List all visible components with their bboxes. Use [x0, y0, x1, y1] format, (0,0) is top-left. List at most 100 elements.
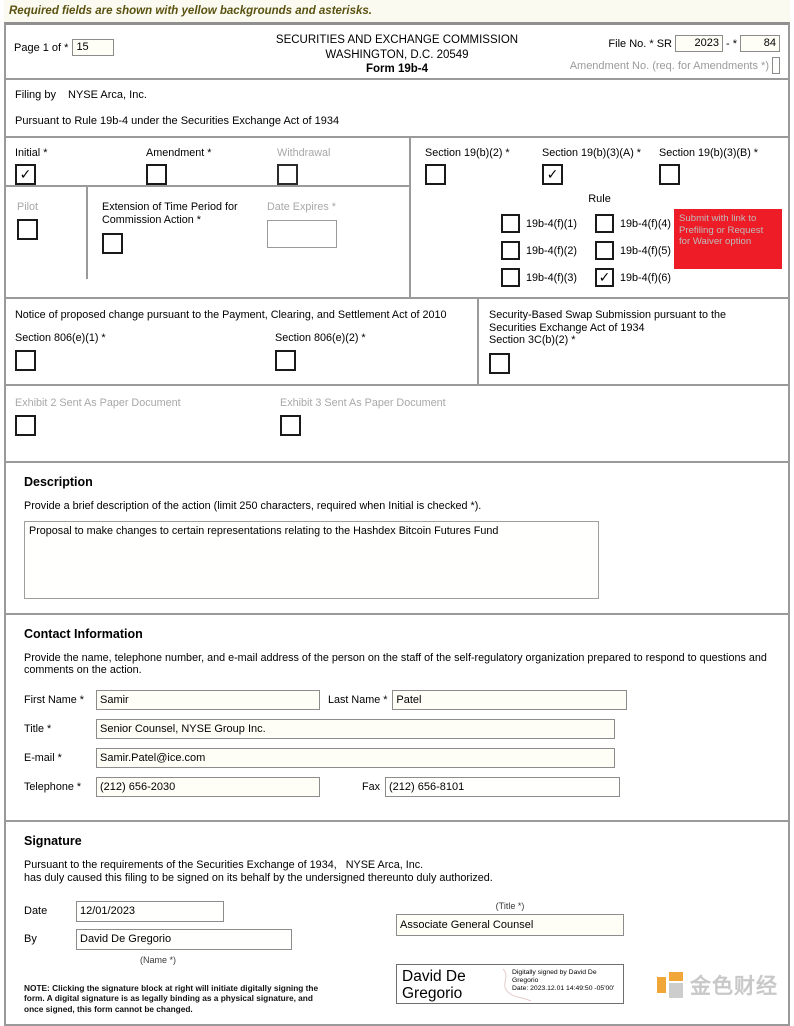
rule-item: 19b-4(f)(4) [595, 214, 671, 233]
by-name-input[interactable]: David De Gregorio [76, 928, 292, 950]
file-no-year-input[interactable]: 2023 [675, 35, 723, 52]
contact-section: Contact Information Provide the name, te… [6, 615, 788, 822]
rule-19b4f6-label: 19b-4(f)(6) [620, 271, 672, 284]
filing-type-left: Initial * ✓ Amendment * Withdrawal Pilot… [6, 138, 411, 297]
swap-submission-group: Security-Based Swap Submission pursuant … [479, 299, 788, 384]
form-page: Required fields are shown with yellow ba… [0, 0, 794, 1026]
date-label: Date [24, 905, 48, 917]
form-frame: Page 1 of * 15 SECURITIES AND EXCHANGE C… [4, 22, 790, 1026]
title-label: Title * [24, 722, 52, 735]
required-fields-banner: Required fields are shown with yellow ba… [4, 0, 790, 22]
page-counter: Page 1 of * 15 [6, 25, 221, 56]
section-19b3a-checkbox[interactable]: ✓ [542, 164, 563, 185]
fax-input[interactable]: (212) 656-8101 [385, 776, 620, 797]
signature-heading: Signature [24, 833, 82, 848]
exhibit-2-checkbox[interactable] [15, 414, 36, 436]
rule-item: 19b-4(f)(5) [595, 241, 671, 260]
section-806e2-label: Section 806(e)(2) * [275, 332, 366, 344]
email-input[interactable]: Samir.Patel@ice.com [96, 747, 615, 768]
rule-item: 19b-4(f)(3) [501, 268, 577, 287]
checkbox-group-806e1: Section 806(e)(1) * [15, 332, 275, 371]
pilot-group: Pilot [6, 187, 88, 279]
agency-line-2: WASHINGTON, D.C. 20549 [325, 48, 469, 61]
initial-label: Initial * [15, 147, 48, 159]
checkbox-group-exhibit-2: Exhibit 2 Sent As Paper Document [15, 397, 280, 449]
signature-by-row: By David De Gregorio [24, 928, 376, 950]
date-input[interactable]: 12/01/2023 [76, 900, 224, 922]
contact-phone-row: Telephone * (212) 656-2030 Fax (212) 656… [24, 776, 788, 797]
name-caption: (Name *) [139, 954, 176, 965]
section-19b3b-checkbox[interactable] [659, 164, 680, 185]
swap-line-2: Securities Exchange Act of 1934 [489, 321, 645, 334]
exhibit-3-label: Exhibit 3 Sent As Paper Document [280, 396, 446, 409]
signature-left: Date 12/01/2023 By David De Gregorio (Na… [24, 900, 376, 1015]
checkbox-group-section-19b3b: Section 19(b)(3)(B) * [659, 147, 776, 185]
section-806e1-checkbox[interactable] [15, 350, 36, 371]
description-section: Description Provide a brief description … [6, 463, 788, 615]
telephone-input[interactable]: (212) 656-2030 [96, 776, 320, 797]
payment-clearing-section: Notice of proposed change pursuant to th… [6, 299, 788, 386]
rule-19b4f5-label: 19b-4(f)(5) [620, 244, 672, 257]
rule-19b4f2-checkbox[interactable] [501, 241, 520, 260]
rule-19b4f3-checkbox[interactable] [501, 268, 520, 287]
submit-with-link-button[interactable]: Submit with link to Prefiling or Request… [674, 209, 782, 269]
file-number-group: File No. * SR 2023 - * 84 Amendment No. … [570, 25, 788, 74]
amendment-no-input[interactable] [772, 57, 780, 74]
exhibit-2-label: Exhibit 2 Sent As Paper Document [15, 396, 181, 409]
title-input[interactable]: Senior Counsel, NYSE Group Inc. [96, 718, 615, 739]
section-19b2-checkbox[interactable] [425, 164, 446, 185]
page-total-input[interactable]: 15 [72, 39, 115, 56]
last-name-input[interactable]: Patel [392, 689, 628, 710]
payment-clearing-notice: Notice of proposed change pursuant to th… [15, 309, 447, 321]
file-no-label: File No. * SR [608, 37, 672, 50]
pilot-checkbox[interactable] [17, 219, 38, 240]
description-instruction: Provide a brief description of the actio… [24, 499, 482, 512]
payment-clearing-left: Notice of proposed change pursuant to th… [6, 299, 479, 384]
swap-line-3: Section 3C(b)(2) * [489, 334, 576, 346]
section-806e1-label: Section 806(e)(1) * [15, 332, 106, 344]
signature-swirl-icon [502, 968, 532, 1001]
signature-name-text: David De Gregorio [402, 967, 466, 1002]
first-name-input[interactable]: Samir [96, 689, 320, 710]
rule-19b4f5-checkbox[interactable] [595, 241, 615, 260]
filing-by-label: Filing by [15, 89, 56, 101]
filing-type-right: Section 19(b)(2) * Section 19(b)(3)(A) *… [411, 138, 788, 297]
pursuant-rule-text: Pursuant to Rule 19b-4 under the Securit… [15, 115, 340, 127]
extension-checkbox[interactable] [102, 233, 123, 254]
signature-title-input[interactable]: Associate General Counsel [396, 913, 624, 936]
agency-line-1: SECURITIES AND EXCHANGE COMMISSION [275, 34, 519, 46]
rule-19b4f4-checkbox[interactable] [595, 214, 615, 233]
rule-item: 19b-4(f)(2) [501, 241, 577, 260]
digital-signature-block[interactable]: David De Gregorio Digitally signed by Da… [396, 963, 624, 1004]
checkbox-group-initial: Initial * ✓ [15, 147, 146, 185]
rule-item: 19b-4(f)(1) [501, 214, 577, 233]
withdrawal-checkbox[interactable] [277, 164, 298, 185]
date-expires-input[interactable] [267, 220, 337, 248]
exhibits-section: Exhibit 2 Sent As Paper Document Exhibit… [6, 386, 788, 463]
watermark-text: 金色财经 [690, 974, 778, 998]
extension-group: Extension of Time Period for Commission A… [88, 187, 409, 279]
exhibit-3-checkbox[interactable] [280, 414, 301, 436]
section-806e2-checkbox[interactable] [275, 350, 296, 371]
description-textarea[interactable]: Proposal to make changes to certain repr… [24, 520, 599, 599]
section-3cb2-checkbox[interactable] [489, 352, 510, 374]
contact-title-row: Title * Senior Counsel, NYSE Group Inc. [24, 718, 788, 739]
rule-column-1: 19b-4(f)(1) 19b-4(f)(2) 19b-4(f)(3) [501, 214, 577, 287]
contact-name-row: First Name * Samir Last Name * Patel [24, 689, 788, 710]
fax-label: Fax [362, 780, 380, 793]
telephone-label: Telephone * [24, 780, 82, 793]
rule-19b4f1-label: 19b-4(f)(1) [526, 217, 578, 230]
file-no-seq-input[interactable]: 84 [740, 35, 780, 52]
initial-checkbox[interactable]: ✓ [15, 164, 36, 185]
rule-19b4f6-checkbox[interactable]: ✓ [595, 268, 615, 287]
contact-heading: Contact Information [24, 626, 143, 641]
pilot-label: Pilot [17, 201, 39, 213]
signature-pursuant-line-1: Pursuant to the requirements of the Secu… [24, 858, 337, 871]
rule-19b4f1-checkbox[interactable] [501, 214, 520, 233]
rule-19b4f3-label: 19b-4(f)(3) [526, 271, 578, 284]
amendment-checkbox[interactable] [146, 164, 167, 185]
signature-date-row: Date 12/01/2023 [24, 900, 376, 922]
amendment-label: Amendment * [146, 147, 212, 159]
section-19b2-label: Section 19(b)(2) * [425, 147, 510, 159]
checkbox-group-806e2: Section 806(e)(2) * [275, 332, 366, 371]
